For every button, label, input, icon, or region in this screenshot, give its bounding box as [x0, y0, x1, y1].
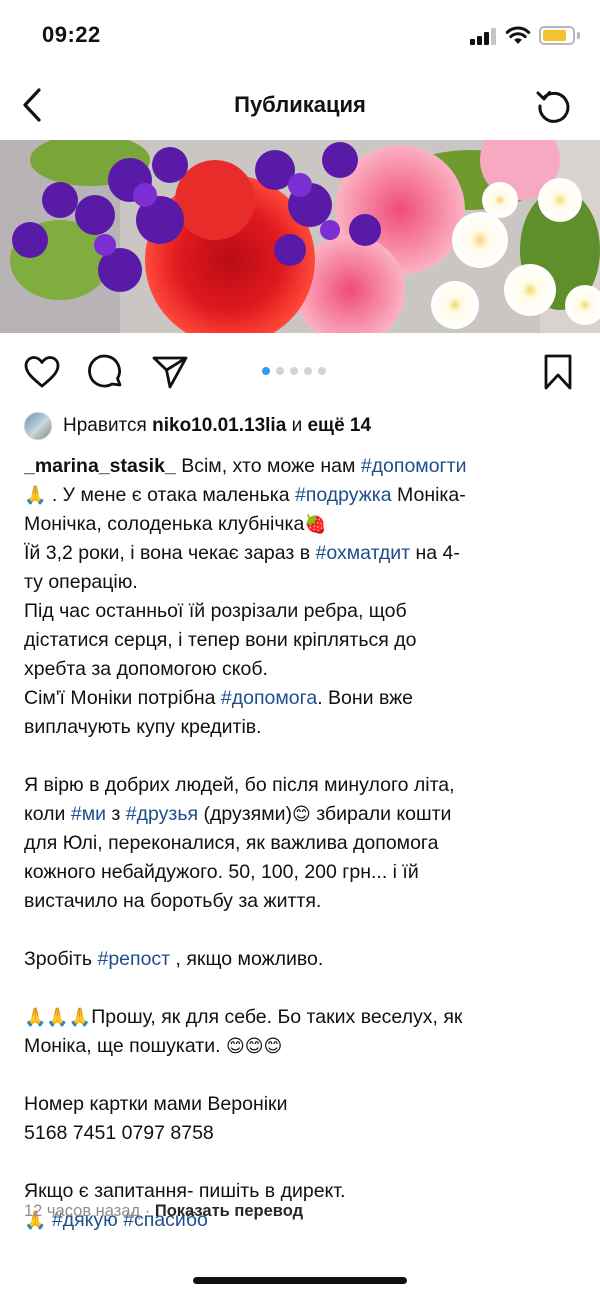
wifi-icon — [505, 24, 531, 46]
save-button[interactable] — [538, 352, 578, 392]
like-button[interactable] — [22, 352, 62, 392]
refresh-icon — [536, 91, 570, 123]
carousel-dot — [318, 367, 326, 375]
carousel-dot — [304, 367, 312, 375]
flowers-photo — [0, 140, 600, 333]
hashtag[interactable]: #охматдит — [316, 542, 411, 564]
cellular-signal-icon — [470, 27, 498, 45]
share-button[interactable] — [150, 352, 190, 392]
carousel-indicator — [262, 367, 326, 375]
heart-icon — [24, 356, 60, 388]
nav-bar: Публикация — [0, 72, 600, 140]
caption-username[interactable]: _marina_stasik_ — [24, 455, 176, 477]
meta-separator: · — [144, 1202, 151, 1220]
carousel-dot — [262, 367, 270, 375]
battery-icon — [539, 26, 575, 45]
show-translation-button[interactable]: Показать перевод — [155, 1202, 303, 1220]
likes-conj: и — [291, 415, 303, 436]
comment-button[interactable] — [86, 352, 126, 392]
pray-emoji: 🙏🙏🙏 — [24, 1007, 92, 1028]
refresh-button[interactable] — [532, 84, 576, 128]
hashtag[interactable]: #репост — [97, 948, 170, 970]
likes-prefix: Нравится — [63, 415, 147, 436]
hashtag[interactable]: #ми — [71, 803, 106, 825]
pray-emoji: 🙏 — [24, 485, 47, 506]
likes-row[interactable]: Нравится niko10.01.13lia и ещё 14 — [24, 410, 371, 442]
battery-cap — [577, 32, 580, 39]
smile-emoji: 😊😊😊 — [225, 1036, 283, 1057]
carousel-dot — [290, 367, 298, 375]
send-icon — [152, 356, 188, 389]
post-action-bar — [0, 344, 600, 400]
post-meta: 12 часов назад · Показать перевод — [24, 1202, 303, 1221]
post-time: 12 часов назад — [24, 1202, 141, 1220]
strawberry-emoji: 🍓 — [304, 514, 327, 535]
page-title: Публикация — [234, 92, 366, 117]
carousel-dot — [276, 367, 284, 375]
avatar[interactable] — [24, 412, 52, 440]
post-image[interactable] — [0, 140, 600, 333]
hashtag[interactable]: #друзья — [126, 803, 198, 825]
card-number: 5168 7451 0797 8758 — [24, 1122, 214, 1144]
smile-emoji: 😊 — [292, 804, 311, 825]
hashtag[interactable]: #допомогти — [361, 455, 467, 477]
post-caption: _marina_stasik_ Всім, хто може нам #допо… — [24, 452, 580, 1235]
hashtag[interactable]: #допомога — [221, 687, 317, 709]
likes-more-link[interactable]: ещё 14 — [307, 415, 371, 437]
bookmark-icon — [544, 354, 572, 390]
liker-username[interactable]: niko10.01.13lia — [152, 415, 286, 437]
status-time: 09:22 — [42, 22, 101, 47]
comment-icon — [88, 354, 122, 388]
home-indicator[interactable] — [193, 1277, 407, 1284]
hashtag[interactable]: #подружка — [295, 484, 392, 506]
status-bar: 09:22 — [0, 0, 600, 72]
